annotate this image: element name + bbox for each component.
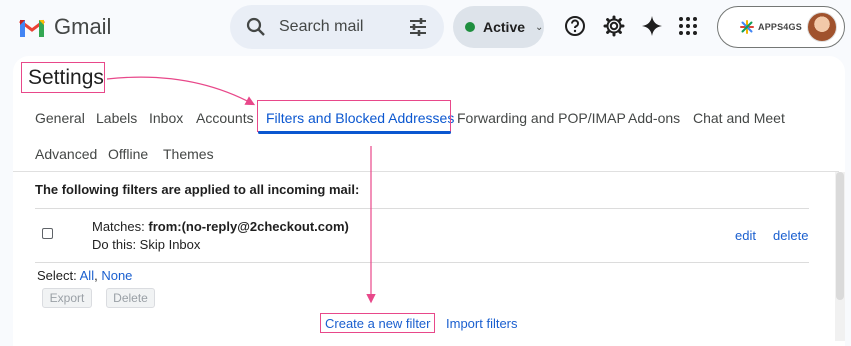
filter-row-checkbox[interactable] [42,228,53,239]
active-tab-highlight-box [257,100,451,132]
search-bar[interactable]: Search mail [230,5,444,49]
tab-offline[interactable]: Offline [108,146,148,162]
export-button[interactable]: Export [42,288,92,308]
divider [35,208,809,209]
filter-matches-value: from:(no-reply@2checkout.com) [148,219,349,234]
app-name: Gmail [54,14,112,39]
import-filters-link[interactable]: Import filters [446,316,518,331]
create-new-filter-link[interactable]: Create a new filter [320,313,435,333]
scrollbar-thumb[interactable] [836,172,844,300]
settings-gear-icon[interactable] [603,15,625,37]
account-switcher[interactable]: APPS4GS [717,6,845,48]
filter-matches: Matches: from:(no-reply@2checkout.com) [92,219,349,234]
tabs-divider [13,171,839,172]
gmail-logo[interactable]: Gmail [18,14,111,40]
active-tab-indicator [258,131,451,134]
delete-filter-link[interactable]: delete [773,228,808,243]
edit-filter-link[interactable]: edit [735,228,756,243]
org-brand-label: APPS4GS [758,22,802,32]
top-bar: Gmail Search mail Active ⌄ APPS4GS [0,0,851,56]
apps-grid-icon[interactable] [677,15,699,37]
page-title: Settings [21,62,105,93]
filter-matches-label: Matches: [92,219,149,234]
filter-action: Do this: Skip Inbox [92,237,201,252]
tab-forwarding-and-pop-imap[interactable]: Forwarding and POP/IMAP [457,110,626,126]
tab-themes[interactable]: Themes [163,146,214,162]
tab-labels[interactable]: Labels [96,110,137,126]
apps4gs-logo-icon [740,20,754,34]
tab-chat-and-meet[interactable]: Chat and Meet [693,110,785,126]
tab-inbox[interactable]: Inbox [149,110,183,126]
gmail-m-icon [19,19,45,37]
search-input[interactable]: Search mail [279,18,363,36]
tab-advanced[interactable]: Advanced [35,146,97,162]
delete-selected-button[interactable]: Delete [106,288,155,308]
select-controls: Select: All, None [37,268,132,283]
avatar[interactable] [807,12,837,42]
tab-add-ons[interactable]: Add-ons [628,110,680,126]
select-none-link[interactable]: None [101,268,132,283]
status-label: Active [483,19,526,35]
status-dot-icon [465,22,475,32]
help-icon[interactable] [564,15,586,37]
status-selector[interactable]: Active ⌄ [453,6,544,48]
org-brand: APPS4GS [740,20,802,34]
select-label: Select: [37,268,80,283]
filters-heading: The following filters are applied to all… [35,182,360,197]
chevron-down-icon: ⌄ [535,21,544,33]
search-icon[interactable] [246,17,266,37]
divider [35,262,809,263]
search-options-icon[interactable] [408,17,428,37]
tab-general[interactable]: General [35,110,85,126]
tab-accounts[interactable]: Accounts [196,110,254,126]
select-all-link[interactable]: All [80,268,94,283]
gemini-sparkle-icon[interactable] [641,15,663,37]
